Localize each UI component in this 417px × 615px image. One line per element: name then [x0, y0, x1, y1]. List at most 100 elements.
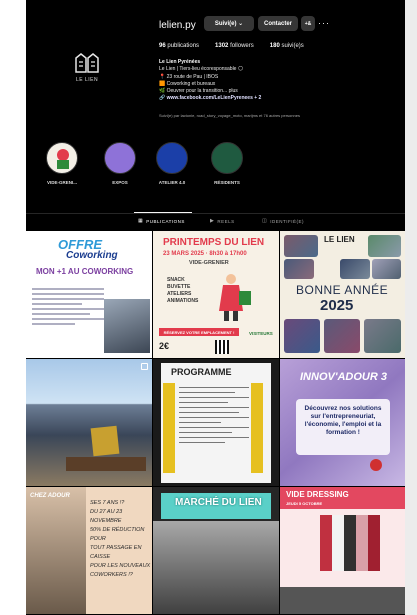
- highlight-label: VIDE-GRENI...: [46, 180, 77, 185]
- profile-page: LE LIEN lelien.py Suivi(e) ⌄ Contacter +…: [26, 0, 405, 615]
- post-tile[interactable]: CHEZ ADOUR SES 7 ANS !? DU 27 AU 23 NOVE…: [26, 487, 152, 614]
- post-subtitle: Coworking: [66, 250, 118, 261]
- highlight-cover: [46, 142, 78, 174]
- bio-name: Le Lien Pyrénées: [159, 59, 201, 65]
- reels-icon: ▶: [210, 218, 215, 224]
- suggest-users-button[interactable]: +&: [301, 16, 315, 31]
- highlight-expos[interactable]: EXPOS: [99, 142, 141, 185]
- shopper-illustration-icon: [219, 274, 251, 321]
- post-headline: MON +1 AU COWORKING: [36, 267, 134, 276]
- bio-line: 📍 23 route de Pau | IBOS: [159, 73, 219, 80]
- carousel-icon: [141, 363, 148, 370]
- post-text-card: Découvrez nos solutions sur l'entreprene…: [296, 399, 390, 455]
- post-title: PRINTEMPS DU LIEN: [163, 237, 265, 248]
- le-lien-logo-icon: [75, 53, 99, 73]
- post-price: 2€: [159, 341, 170, 351]
- post-title: MARCHÉ DU LIEN: [175, 497, 262, 508]
- partner-logo-icon: [370, 459, 382, 471]
- post-text-block: [179, 383, 249, 447]
- post-photo-object: [66, 457, 146, 471]
- post-text: SES 7 ANS !? DU 27 AU 23 NOVEMBRE 50% DE…: [90, 499, 152, 580]
- tab-reels[interactable]: ▶ REELS: [210, 218, 235, 224]
- post-photo: [26, 487, 86, 614]
- clothes-rack-photo: [320, 515, 380, 571]
- profile-username: lelien.py: [159, 20, 196, 31]
- profile-stats: 96 publications 1302 followers 180 suivi…: [159, 43, 304, 49]
- tab-label: IDENTIFIÉ(E): [270, 218, 304, 224]
- post-brand: LE LIEN: [324, 235, 355, 244]
- contact-button[interactable]: Contacter: [258, 16, 298, 31]
- profile-avatar[interactable]: LE LIEN: [66, 52, 108, 94]
- tab-label: PUBLICATIONS: [146, 218, 185, 224]
- post-photo: [284, 235, 318, 257]
- bio-link[interactable]: 🔗 www.facebook.com/LeLienPyrenees + 2: [159, 95, 394, 102]
- post-photo: [340, 259, 370, 279]
- post-greeting: BONNE ANNÉE: [296, 283, 389, 297]
- post-tile[interactable]: LE LIEN BONNE ANNÉE 2025: [280, 231, 405, 358]
- post-photo: [284, 259, 314, 279]
- post-text: Découvrez nos solutions sur l'entreprene…: [304, 405, 382, 436]
- shopping-figure-icon: [57, 149, 69, 169]
- list-item: ATELIERS: [167, 291, 192, 297]
- tab-label: REELS: [217, 218, 235, 224]
- post-text-line: DU 27 AU 23 NOVEMBRE: [90, 509, 123, 524]
- following-button[interactable]: Suivi(e) ⌄: [204, 16, 254, 31]
- post-date: 23 MARS 2025 · 8h30 à 17h00: [163, 251, 247, 257]
- logo-text: LE LIEN: [75, 77, 99, 83]
- post-tile[interactable]: PRINTEMPS DU LIEN 23 MARS 2025 · 8h30 à …: [153, 231, 279, 358]
- post-subtitle: VIDE-GRENIER: [189, 260, 229, 266]
- grid-icon: ▦: [138, 218, 144, 224]
- post-tile[interactable]: INNOV'ADOUR 3 Découvrez nos solutions su…: [280, 359, 405, 486]
- tab-divider: [26, 213, 405, 214]
- list-item: SNACK: [167, 277, 185, 283]
- followers-count[interactable]: 1302 followers: [215, 43, 254, 49]
- post-photo: [104, 299, 150, 353]
- highlight-cover: [156, 142, 188, 174]
- bio-line: Le Lien | Tiers-lieu écoresponsable 🌕: [159, 66, 244, 73]
- post-title: VIDE DRESSING: [286, 490, 349, 499]
- post-text-line: SES 7 ANS !?: [90, 500, 125, 506]
- post-tile[interactable]: PROGRAMME: [153, 359, 279, 486]
- highlight-cover: [211, 142, 243, 174]
- followed-by-text[interactable]: Suivi(e) par lactonie, road_story_voyage…: [159, 113, 300, 118]
- post-tile[interactable]: VIDE DRESSING JEUDI 5 OCTOBRE: [280, 487, 405, 614]
- highlight-label: ATELIER 4.0: [158, 180, 186, 185]
- post-photo: [280, 587, 405, 614]
- active-tab-indicator: [134, 212, 192, 213]
- list-item: ANIMATIONS: [167, 298, 199, 304]
- tagged-icon: ◫: [262, 218, 268, 224]
- post-photo: [368, 235, 401, 257]
- post-photo: [372, 259, 401, 279]
- post-cta: RÉSERVEZ VOTRE EMPLACEMENT !: [159, 328, 239, 336]
- tab-tagged[interactable]: ◫ IDENTIFIÉ(E): [262, 218, 304, 224]
- highlight-residents[interactable]: RÉSIDENTS: [206, 142, 248, 185]
- following-count[interactable]: 180 suivi(e)s: [270, 43, 304, 49]
- post-photo: [364, 319, 401, 353]
- post-text-block: [32, 285, 104, 328]
- post-text-line: 50% DE RÉDUCTION POUR: [90, 527, 145, 542]
- more-options-icon[interactable]: ···: [318, 18, 330, 28]
- add-user-icon: +&: [304, 20, 312, 27]
- list-item: BUVETTE: [167, 284, 191, 290]
- post-tile[interactable]: MARCHÉ DU LIEN: [153, 487, 279, 614]
- tab-publications[interactable]: ▦ PUBLICATIONS: [138, 218, 185, 224]
- post-brand: CHEZ ADOUR: [30, 493, 70, 499]
- post-text-line: TOUT PASSAGE EN CAISSE: [90, 545, 142, 560]
- highlight-atelier[interactable]: ATELIER 4.0: [151, 142, 193, 185]
- post-year: 2025: [320, 297, 354, 314]
- post-list: SNACK BUVETTE ATELIERS ANIMATIONS: [167, 277, 198, 305]
- post-title: PROGRAMME: [171, 367, 232, 377]
- post-decoration: [163, 383, 175, 473]
- highlight-vide-grenier[interactable]: VIDE-GRENI...: [41, 142, 83, 185]
- post-date: JEUDI 5 OCTOBRE: [286, 501, 323, 506]
- window-edge: [405, 0, 417, 615]
- highlight-cover: [104, 142, 136, 174]
- post-photo: [153, 521, 279, 614]
- post-title: INNOV'ADOUR 3: [300, 371, 387, 383]
- post-tile[interactable]: OFFRE Coworking MON +1 AU COWORKING: [26, 231, 152, 358]
- post-tile[interactable]: [26, 359, 152, 486]
- posts-grid: OFFRE Coworking MON +1 AU COWORKING PRIN…: [26, 231, 405, 614]
- post-photo: [284, 319, 320, 353]
- profile-bio: Le Lien Pyrénées Le Lien | Tiers-lieu éc…: [159, 59, 394, 103]
- highlight-label: RÉSIDENTS: [214, 180, 240, 185]
